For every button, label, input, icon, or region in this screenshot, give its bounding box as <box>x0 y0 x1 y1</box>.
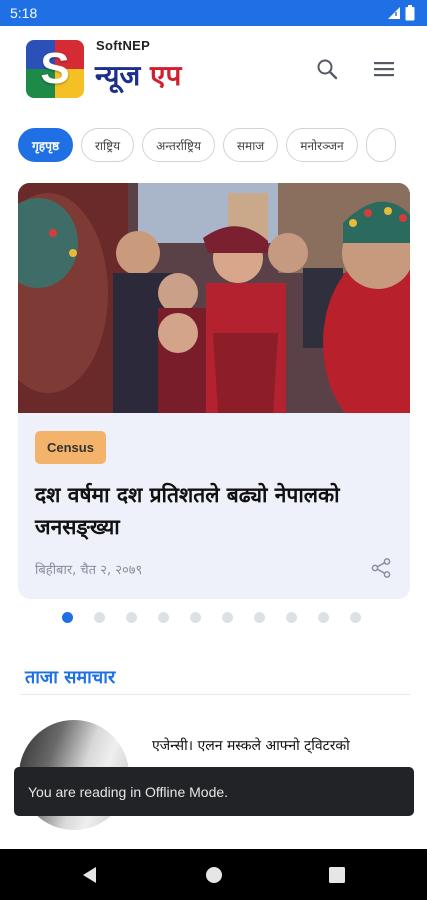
home-icon[interactable] <box>204 865 224 885</box>
featured-news-card[interactable]: Census दश वर्षमा दश प्रतिशतले बढ्यो नेपा… <box>18 183 410 599</box>
share-button[interactable] <box>370 557 392 579</box>
carousel-dot[interactable] <box>254 612 265 623</box>
share-icon <box>371 558 391 578</box>
carousel-indicator <box>62 612 361 624</box>
app-header: S SoftNEP न्यूज एप <box>0 26 427 116</box>
news-item-title[interactable]: एजेन्सी। एलन मस्कले आफ्नो ट्विटरको <box>152 734 402 758</box>
tab-international[interactable]: अन्तर्राष्ट्रिय <box>142 128 215 162</box>
recents-icon[interactable] <box>327 865 347 885</box>
status-bar: 5:18 <box>0 0 427 26</box>
carousel-dot[interactable] <box>350 612 361 623</box>
carousel-dot[interactable] <box>94 612 105 623</box>
tab-national[interactable]: राष्ट्रिय <box>81 128 135 162</box>
back-icon[interactable] <box>80 865 100 885</box>
carousel-dot[interactable] <box>222 612 233 623</box>
carousel-dot[interactable] <box>190 612 201 623</box>
tab-society[interactable]: समाज <box>222 128 279 162</box>
featured-photo <box>18 183 410 413</box>
logo-letter: S <box>40 44 70 93</box>
battery-icon <box>405 5 415 21</box>
featured-headline[interactable]: दश वर्षमा दश प्रतिशतले बढ्यो नेपालको जनस… <box>35 479 395 543</box>
carousel-dot[interactable] <box>318 612 329 623</box>
tab-home[interactable]: गृहपृष्ठ <box>18 128 74 162</box>
brand-title-word1: न्यूज <box>95 59 141 92</box>
tab-more[interactable] <box>365 128 396 162</box>
search-button[interactable] <box>312 54 342 84</box>
category-tabs: गृहपृष्ठ राष्ट्रिय अन्तर्राष्ट्रिय समाज मनोर… <box>18 128 427 166</box>
featured-date: बिहीबार, चैत २, २०७९ <box>35 563 143 578</box>
section-divider <box>20 694 410 695</box>
section-title-latest: ताजा समाचार <box>25 667 116 688</box>
signal-icon <box>388 7 400 19</box>
carousel-dot[interactable] <box>62 612 73 623</box>
carousel-dot[interactable] <box>158 612 169 623</box>
menu-button[interactable] <box>369 54 399 84</box>
carousel-dot[interactable] <box>286 612 297 623</box>
carousel-dot[interactable] <box>126 612 137 623</box>
app-logo: S <box>26 40 84 98</box>
tab-entertainment[interactable]: मनोरञ्जन <box>286 128 358 162</box>
brand-title-word2: एप <box>150 59 182 92</box>
status-icons <box>387 5 415 21</box>
menu-icon <box>374 62 394 77</box>
status-time: 5:18 <box>10 5 38 21</box>
brand-title: न्यूज एप <box>95 56 181 94</box>
category-badge[interactable]: Census <box>35 431 106 464</box>
offline-toast: You are reading in Offline Mode. <box>14 767 414 816</box>
search-icon <box>317 59 338 80</box>
brand-name: SoftNEP <box>96 38 151 53</box>
system-nav-bar <box>0 849 427 900</box>
